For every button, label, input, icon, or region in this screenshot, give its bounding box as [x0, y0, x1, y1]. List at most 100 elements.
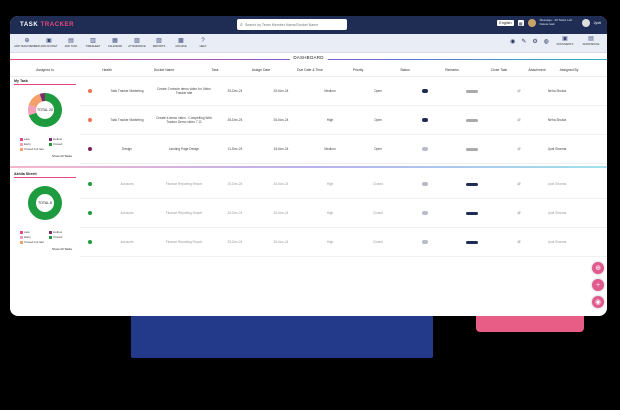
- language-select[interactable]: English: [497, 20, 514, 26]
- assign-date-cell: 25-Dec-24: [227, 211, 243, 215]
- docket-cell: Accounts: [120, 240, 134, 244]
- attachment-icon[interactable]: ⌀: [517, 210, 520, 216]
- globe-icon[interactable]: ◍: [544, 38, 549, 45]
- remarks-icon[interactable]: [422, 240, 428, 244]
- search-icon: ⌕: [240, 21, 243, 28]
- legend-item: Closed: [49, 235, 76, 239]
- health-dot: [88, 182, 92, 186]
- task-donut-chart: TOTAL 8: [22, 180, 68, 226]
- donut-label: TOTAL 8: [37, 201, 53, 205]
- task-cell[interactable]: Finance Reporting Report: [154, 211, 214, 215]
- task-cell[interactable]: Finance Reporting Report: [154, 182, 214, 186]
- task-cell[interactable]: Create a demo video - Compelling Web Tra…: [154, 116, 214, 124]
- toolbar-item-timesheet[interactable]: ▥ TIMESHEET: [82, 38, 104, 48]
- eye-icon[interactable]: ◉: [510, 38, 515, 45]
- legend-item: Early: [20, 142, 47, 146]
- plus-icon[interactable]: +: [592, 279, 604, 291]
- remarks-icon[interactable]: [422, 89, 428, 93]
- notification-icon[interactable]: ▦: [517, 20, 524, 26]
- sheet-icon: ▥: [90, 38, 96, 44]
- column-header: Due Date & Time: [297, 67, 323, 72]
- attachment-icon[interactable]: ⌀: [517, 181, 520, 187]
- task-rows: Task Tracker Marketing Create 2 minute d…: [80, 77, 607, 164]
- task-cell[interactable]: Finance Reporting Report: [154, 240, 214, 244]
- toolbar-item-help[interactable]: ? HELP: [192, 38, 214, 48]
- due-date-cell: 26-Nov-24: [273, 211, 289, 215]
- search-input[interactable]: [244, 22, 344, 27]
- user-avatar[interactable]: [581, 19, 590, 27]
- legend-swatch: [20, 142, 23, 146]
- edit-icon[interactable]: ✎: [521, 38, 526, 45]
- close-task-button[interactable]: [466, 147, 478, 151]
- health-dot: [88, 240, 92, 244]
- priority-cell: High: [326, 118, 334, 122]
- toolbar-item-reports[interactable]: ▨ REPORTS: [148, 38, 170, 48]
- docket-cell: Task Tracker Marketing: [110, 89, 144, 93]
- toolbar-item-label: CALENDAR: [107, 45, 123, 48]
- status-cell: Closed: [373, 240, 383, 244]
- top-right-controls: English ▦ Message - 20 Tasks Left Delete…: [497, 19, 601, 27]
- attachment-icon[interactable]: ⌀: [517, 146, 520, 152]
- app-logo[interactable]: TASK TRACKER: [20, 22, 74, 28]
- remarks-icon[interactable]: [422, 182, 428, 186]
- toolbar-item-label: REPORTS: [152, 45, 166, 48]
- close-task-button[interactable]: [466, 182, 478, 186]
- legend-swatch: [49, 137, 52, 141]
- folder-icon: ▣: [46, 38, 52, 44]
- toolbar-item-workspace[interactable]: ▤ WORKSPACE: [581, 36, 601, 46]
- toolbar-item-archive[interactable]: ▩ ARCHIVE: [170, 38, 192, 48]
- legend-swatch: [20, 230, 23, 234]
- column-header: Remarks: [445, 67, 459, 72]
- user-add-icon[interactable]: ⊕: [592, 262, 604, 274]
- attachment-icon[interactable]: ⌀: [517, 239, 520, 245]
- toolbar-item-add-task[interactable]: ▤ ADD TASK: [60, 38, 82, 48]
- due-date-cell: 26-Nov-24: [273, 182, 289, 186]
- toolbar-item-calendar[interactable]: ▦ CALENDAR: [104, 38, 126, 48]
- close-task-button[interactable]: [466, 211, 478, 215]
- table-row[interactable]: Accounts Finance Reporting Report 25-Dec…: [80, 199, 607, 228]
- member-section: My Task TOTAL 20 Late Hollow Early Closed Cl…: [10, 77, 607, 164]
- top-bar: TASK TRACKER ⌕ English ▦ Message - 20 Ta…: [10, 16, 607, 34]
- task-cell[interactable]: Landing Page Design: [154, 147, 214, 151]
- member-summary: Akhila Sheetl TOTAL 8 Late Hollow Early Clo…: [10, 170, 80, 257]
- legend-swatch: [20, 137, 23, 141]
- remarks-icon[interactable]: [422, 211, 428, 215]
- legend-item: Closed: [49, 142, 76, 146]
- avatar[interactable]: [527, 19, 536, 27]
- table-row[interactable]: Task Tracker Marketing Create a demo vid…: [80, 106, 607, 135]
- table-row[interactable]: Accounts Finance Reporting Report 25-Dec…: [80, 228, 607, 257]
- health-dot: [88, 211, 92, 215]
- docket-cell: Task Tracker Marketing: [110, 118, 144, 122]
- documents-icon: ▣: [562, 36, 568, 42]
- table-row[interactable]: Task Tracker Marketing Create 2 minute d…: [80, 77, 607, 106]
- toolbar-item-documents[interactable]: ▣ DOCUMENTS: [555, 36, 575, 46]
- toolbar-item-add-team-member[interactable]: ⊕ ADD TEAM MEMBER: [14, 38, 39, 48]
- table-row[interactable]: Design Landing Page Design 11-Dec-24 15-…: [80, 135, 607, 164]
- toolbar-item-label: ADD DOCKET: [40, 45, 58, 48]
- chat-icon[interactable]: ◉: [592, 296, 604, 308]
- legend-label: Closed but late: [24, 147, 45, 151]
- table-row[interactable]: Accounts Finance Reporting Report 25-Dec…: [80, 170, 607, 199]
- task-cell[interactable]: Create 2 minute demo video for Video Tra…: [154, 87, 214, 95]
- member-name: Akhila Sheetl: [14, 172, 76, 178]
- donut-label: TOTAL 20: [36, 108, 54, 112]
- toolbar-item-add-docket[interactable]: ▣ ADD DOCKET: [38, 38, 60, 48]
- attachment-icon[interactable]: ⌀: [517, 88, 520, 94]
- remarks-icon[interactable]: [422, 118, 428, 122]
- toolbar-item-attendance[interactable]: ▧ ATTENDANCE: [126, 38, 148, 48]
- remarks-icon[interactable]: [422, 147, 428, 151]
- toolbar-item-label: TIMESHEET: [85, 45, 101, 48]
- user-name[interactable]: Jyoti: [594, 21, 601, 25]
- close-task-button[interactable]: [466, 89, 478, 93]
- sections: My Task TOTAL 20 Late Hollow Early Closed Cl…: [10, 77, 607, 257]
- close-task-button[interactable]: [466, 118, 478, 122]
- show-all-tasks-link[interactable]: Show All Tasks: [14, 247, 76, 251]
- assign-date-cell: 11-Dec-24: [227, 147, 243, 151]
- settings-icon[interactable]: ⚙: [532, 38, 537, 45]
- assigned-by-cell: Jyoti Sharma: [547, 147, 567, 151]
- close-task-button[interactable]: [466, 240, 478, 244]
- toolbar-item-label: HELP: [199, 45, 207, 48]
- show-all-tasks-link[interactable]: Show All Tasks: [14, 154, 76, 158]
- assigned-by-cell: Jyoti Sharma: [547, 211, 567, 215]
- attachment-icon[interactable]: ⌀: [517, 117, 520, 123]
